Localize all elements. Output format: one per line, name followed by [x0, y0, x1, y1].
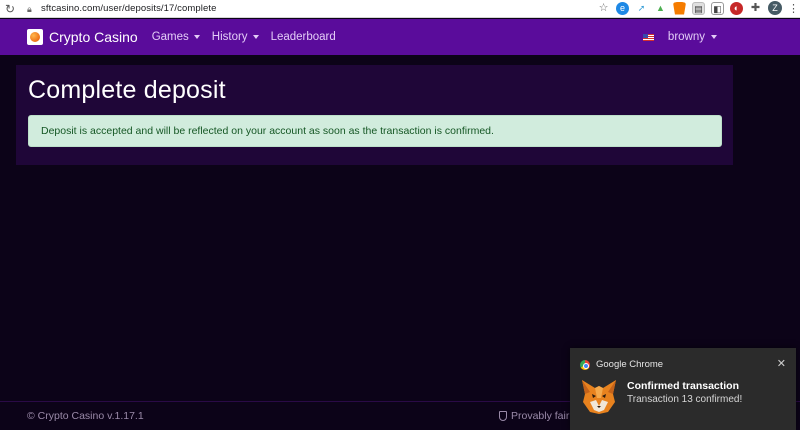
provably-fair-link[interactable]: Provably fair: [499, 410, 569, 422]
username: browny: [667, 31, 705, 43]
notification-toast[interactable]: Google Chrome ✕ Confirmed transaction Tr…: [570, 348, 796, 430]
nav-history-label: History: [211, 31, 248, 43]
extension-icon-2[interactable]: ➚: [635, 2, 648, 15]
notification-title: Confirmed transaction: [627, 380, 740, 392]
nav-games[interactable]: Games: [152, 31, 200, 43]
nav-right: browny: [642, 19, 717, 55]
caret-down-icon: [252, 35, 259, 39]
extension-toolbar: ☆ e ➚ ▲ ▤ ◧ ◐ ✚ Z ⋮: [597, 1, 799, 15]
profile-avatar[interactable]: Z: [768, 1, 782, 15]
casino-logo-icon: [27, 29, 43, 45]
extension-icon-6[interactable]: ◧: [711, 1, 724, 15]
reload-icon[interactable]: ↻: [3, 2, 17, 16]
extension-icon-5[interactable]: ▤: [692, 1, 705, 15]
nav-history[interactable]: History: [212, 31, 259, 43]
metamask-fox-icon[interactable]: [673, 1, 686, 15]
success-alert: Deposit is accepted and will be reflecte…: [28, 115, 722, 147]
extension-icon-1[interactable]: e: [616, 1, 629, 15]
nav-leaderboard[interactable]: Leaderboard: [271, 31, 336, 43]
metamask-fox-icon: [582, 380, 616, 414]
notification-header: Google Chrome: [580, 359, 663, 370]
nav-links: Games History Leaderboard: [152, 31, 336, 43]
us-flag-icon[interactable]: [642, 33, 654, 41]
brand-link[interactable]: Crypto Casino: [27, 29, 138, 45]
notification-body: Transaction 13 confirmed!: [627, 394, 743, 405]
chrome-icon: [580, 359, 590, 370]
nav-leaderboard-label: Leaderboard: [270, 31, 336, 43]
footer-copyright: © Crypto Casino v.1.17.1: [27, 410, 144, 422]
user-menu[interactable]: browny: [668, 31, 717, 43]
notification-app-name: Google Chrome: [596, 359, 664, 370]
caret-down-icon: [711, 35, 717, 39]
site-navbar: Crypto Casino Games History Leaderboard …: [0, 19, 800, 55]
browser-toolbar: ↻ 🔒︎ sftcasino.com/user/deposits/17/comp…: [0, 0, 800, 18]
brand-name: Crypto Casino: [49, 29, 138, 45]
bookmark-star-icon[interactable]: ☆: [597, 2, 610, 15]
deposit-card: Complete deposit Deposit is accepted and…: [16, 65, 733, 165]
extension-icon-7[interactable]: ◐: [730, 1, 743, 15]
lock-icon[interactable]: 🔒︎: [27, 4, 37, 14]
shield-icon: [499, 411, 507, 421]
provably-fair-label: Provably fair: [511, 410, 570, 422]
puzzle-extensions-icon[interactable]: ✚: [749, 2, 762, 15]
caret-down-icon: [193, 35, 200, 39]
browser-menu-icon[interactable]: ⋮: [788, 2, 799, 15]
extension-icon-3[interactable]: ▲: [654, 2, 667, 15]
nav-games-label: Games: [151, 31, 189, 43]
page-title: Complete deposit: [28, 76, 226, 104]
close-icon[interactable]: ✕: [777, 357, 786, 370]
address-bar[interactable]: sftcasino.com/user/deposits/17/complete: [41, 3, 217, 14]
